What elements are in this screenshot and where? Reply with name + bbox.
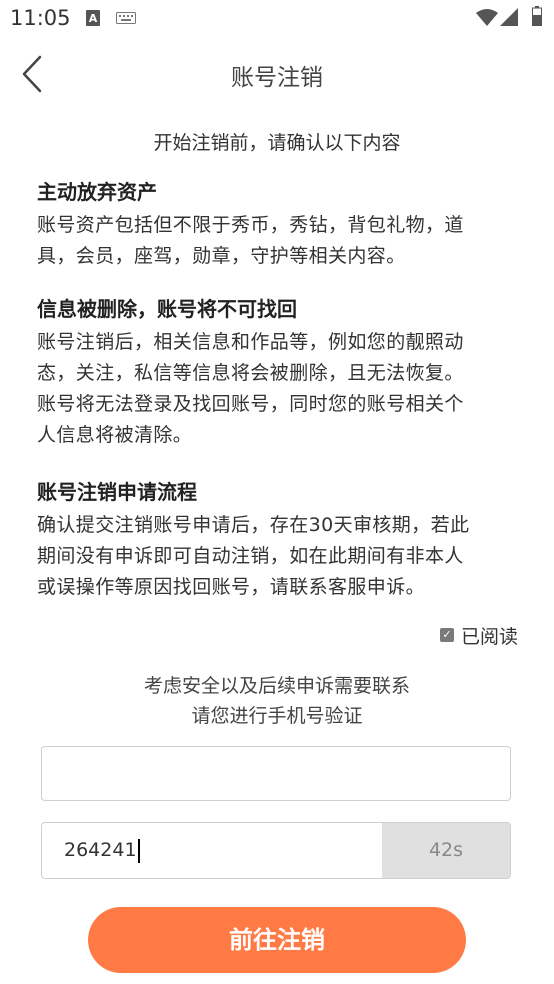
intro-text: 开始注销前，请确认以下内容: [153, 132, 401, 154]
signal-icon: [500, 8, 518, 26]
code-input[interactable]: 264241: [42, 823, 384, 878]
page-title: 账号注销: [231, 65, 323, 91]
notification-a-icon: A: [86, 10, 100, 26]
read-checkbox-row[interactable]: ✓ 已阅读: [439, 622, 518, 648]
resend-countdown-button[interactable]: 42s: [382, 823, 510, 878]
wifi-icon: [476, 9, 498, 26]
battery-icon: [532, 6, 542, 26]
verify-note-line2: 请您进行手机号验证: [191, 705, 363, 727]
section-info-deleted: 信息被删除，账号将不可找回 账号注销后，相关信息和作品等，例如您的靓照动 态，关…: [37, 295, 519, 451]
code-field: 264241 42s: [41, 822, 511, 879]
section-title: 主动放弃资产: [37, 180, 157, 204]
keyboard-icon: [116, 12, 136, 24]
section-body: 账号注销后，相关信息和作品等，例如您的靓照动 态，关注，私信等信息将会被删除，且…: [37, 331, 464, 446]
app-bar: 账号注销: [0, 38, 554, 112]
section-title: 信息被删除，账号将不可找回: [37, 297, 297, 321]
section-body: 确认提交注销账号申请后，存在30天审核期，若此 期间没有申诉即可自动注销，如在此…: [37, 514, 470, 598]
section-body: 账号资产包括但不限于秀币，秀钻，背包礼物，道 具，会员，座驾，勋章，守护等相关内…: [37, 214, 464, 267]
svg-text:A: A: [89, 12, 98, 25]
verify-note-line1: 考虑安全以及后续申诉需要联系: [143, 675, 410, 697]
submit-cancel-button[interactable]: 前往注销: [88, 907, 466, 973]
phone-input[interactable]: [41, 746, 511, 801]
checkbox-checked-icon[interactable]: ✓: [439, 628, 454, 642]
status-time: 11:05: [10, 6, 71, 30]
text-caret: [137, 838, 140, 863]
status-bar: 11:05 A: [0, 0, 554, 38]
section-abandon-assets: 主动放弃资产 账号资产包括但不限于秀币，秀钻，背包礼物，道 具，会员，座驾，勋章…: [37, 178, 519, 272]
read-label: 已阅读: [460, 625, 518, 648]
section-title: 账号注销申请流程: [37, 480, 197, 504]
section-cancel-process: 账号注销申请流程 确认提交注销账号申请后，存在30天审核期，若此 期间没有申诉即…: [37, 478, 519, 603]
